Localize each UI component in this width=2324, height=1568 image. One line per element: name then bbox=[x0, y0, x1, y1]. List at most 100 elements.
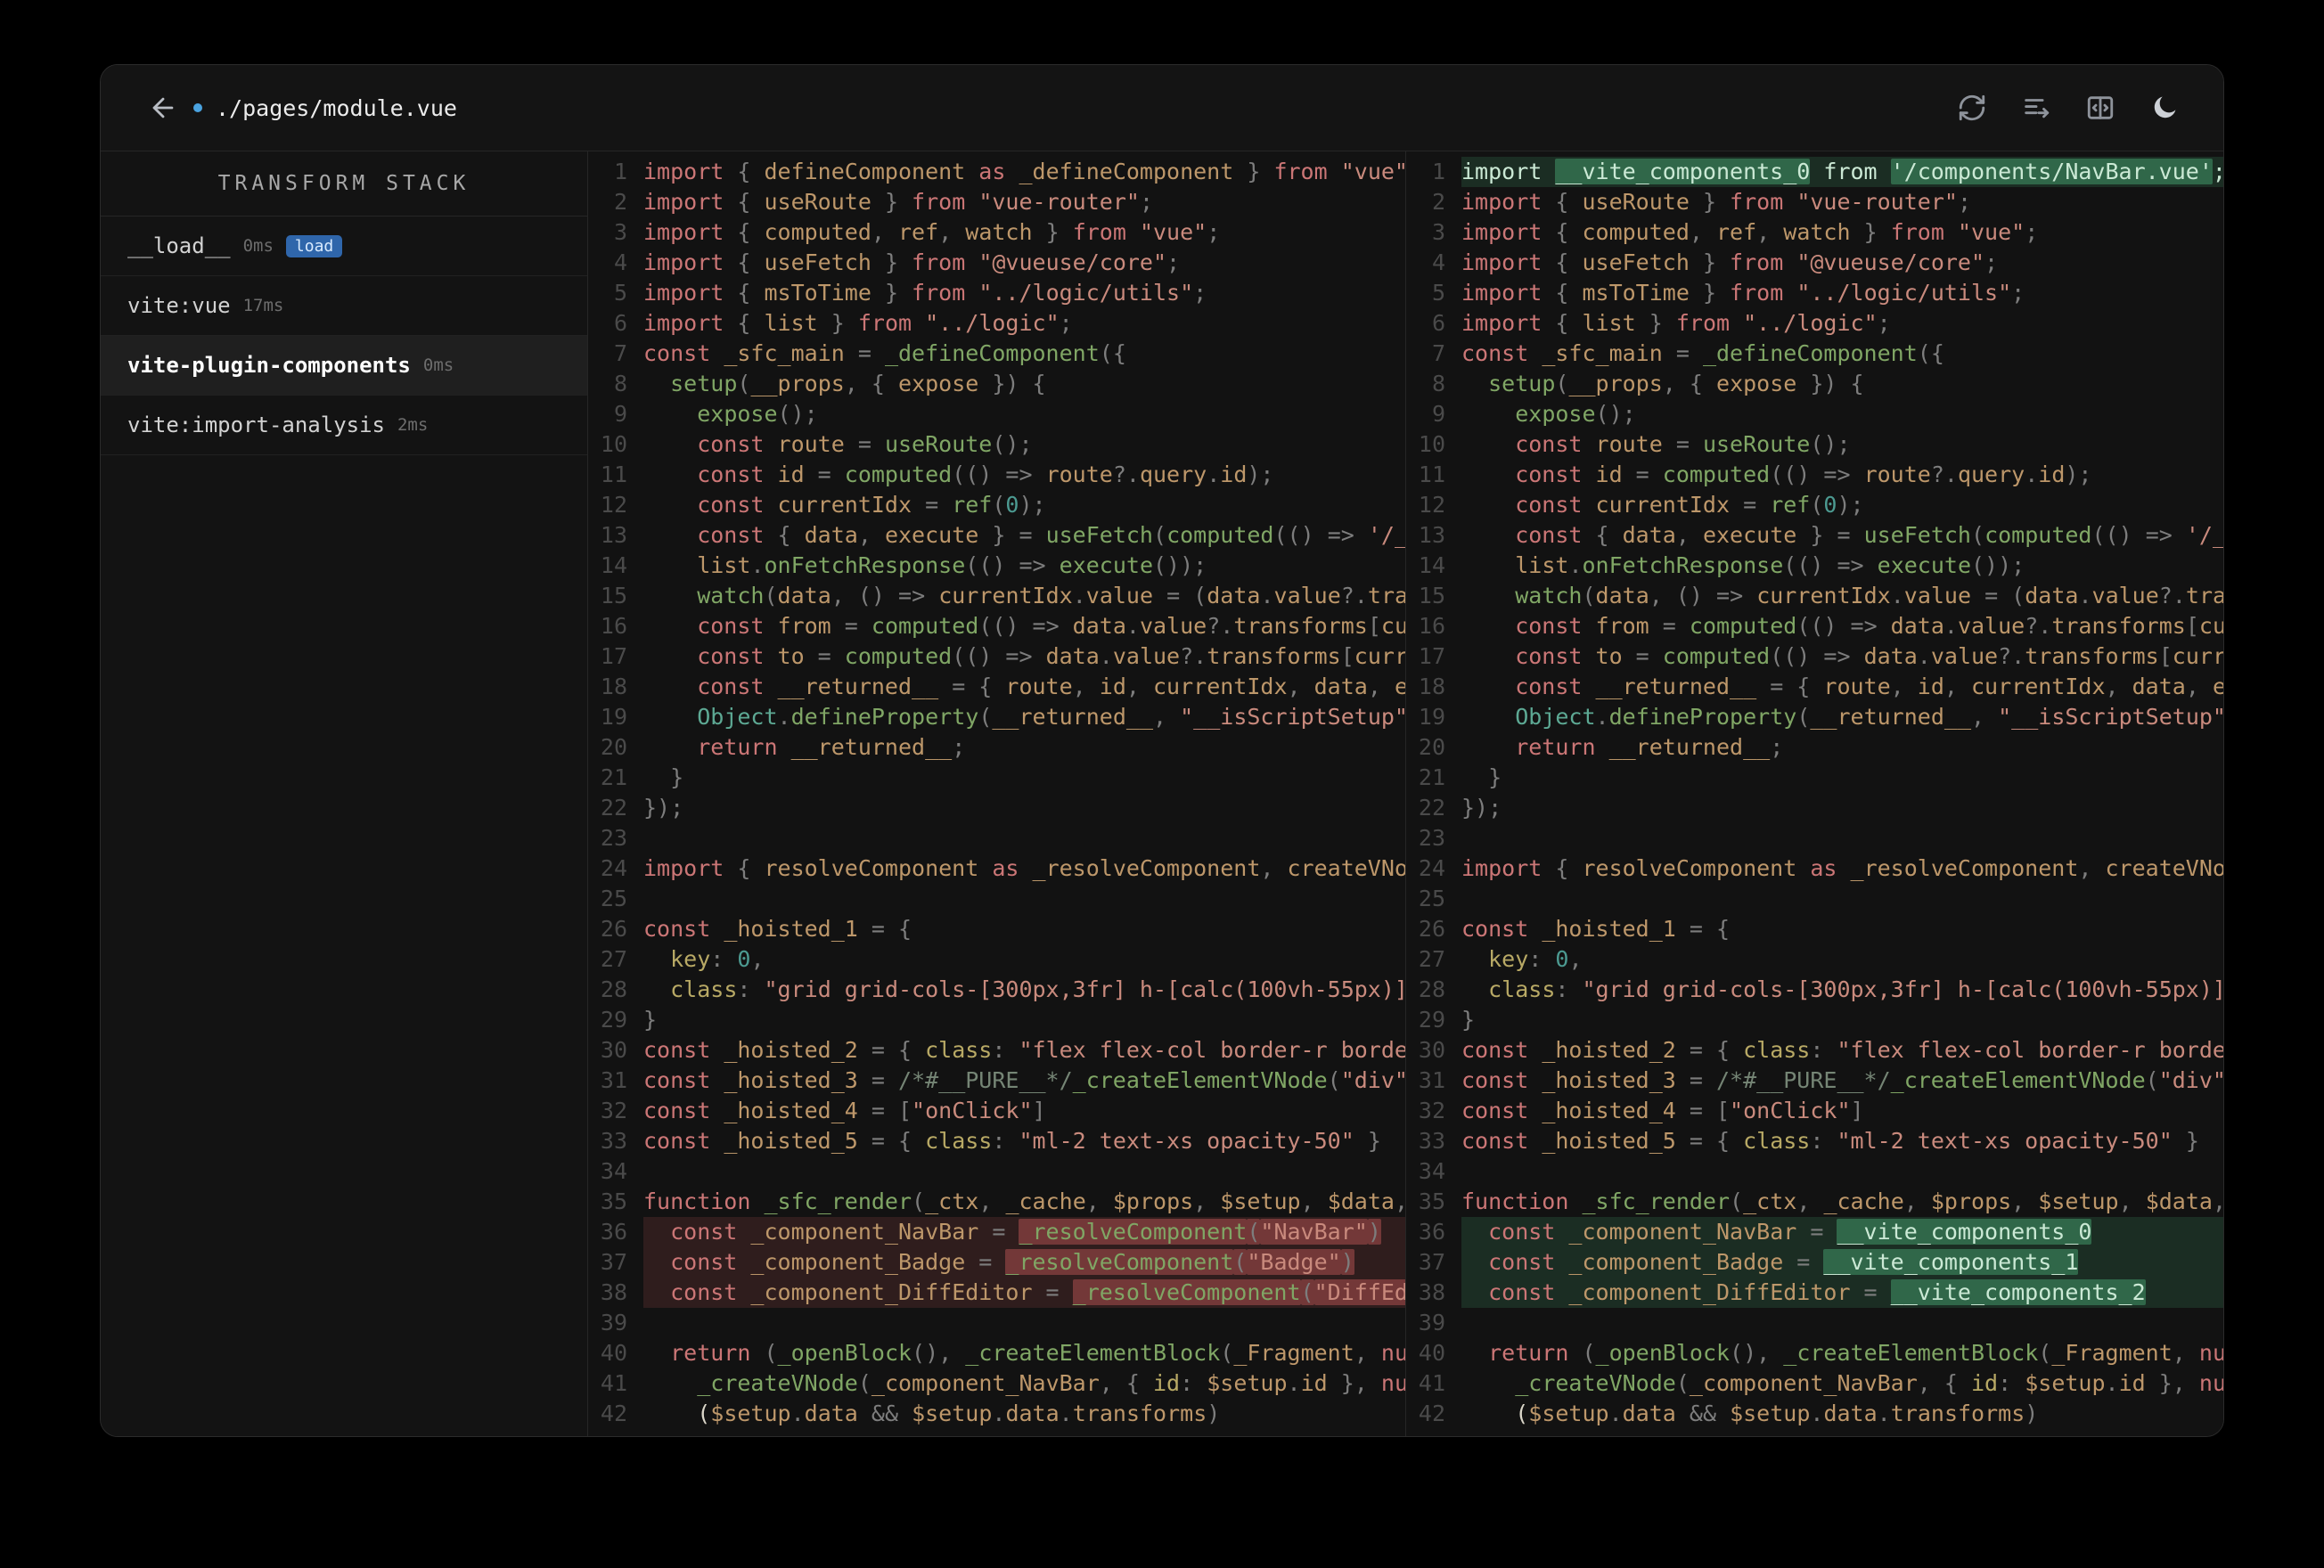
code-line: 29} bbox=[588, 1005, 1405, 1035]
code-text: function _sfc_render(_ctx, _cache, $prop… bbox=[1461, 1188, 2223, 1214]
diff-view: 1 import { defineComponent as _defineComp… bbox=[588, 151, 2223, 1436]
line-number: 7 bbox=[613, 340, 627, 366]
code-text: import { msToTime } from "../logic/utils… bbox=[1461, 280, 2025, 306]
code-text: import { useFetch } from "@vueuse/core"; bbox=[643, 249, 1181, 275]
code-line: 6 import { list } from "../logic"; bbox=[588, 308, 1405, 339]
code-text: const { data, execute } = useFetch(compu… bbox=[1461, 522, 2223, 548]
code-line: 23 bbox=[588, 823, 1405, 853]
line-number: 21 bbox=[1418, 764, 1445, 790]
code-line: 10 const route = useRoute(); bbox=[588, 429, 1405, 460]
code-line: 12 const currentIdx = ref(0); bbox=[1406, 490, 2223, 520]
line-number: 28 bbox=[1418, 976, 1445, 1002]
theme-toggle-button[interactable] bbox=[2147, 90, 2182, 126]
line-number: 15 bbox=[1418, 583, 1445, 608]
line-number: 10 bbox=[600, 431, 627, 457]
line-number: 25 bbox=[1418, 886, 1445, 911]
code-line: 32 const _hoisted_4 = ["onClick"] bbox=[1406, 1096, 2223, 1126]
transform-stack-item[interactable]: __load__ 0ms load bbox=[101, 216, 587, 276]
refresh-button[interactable] bbox=[1954, 90, 1990, 126]
line-number: 35 bbox=[1418, 1188, 1445, 1214]
split-view-button[interactable] bbox=[2083, 90, 2118, 126]
line-number: 19 bbox=[1418, 704, 1445, 730]
code-text: const _sfc_main = _defineComponent({ bbox=[1461, 340, 1944, 366]
line-number: 27 bbox=[1418, 946, 1445, 972]
code-text: expose(); bbox=[1515, 401, 1636, 427]
code-text: } bbox=[643, 764, 684, 790]
code-line: 6 import { list } from "../logic"; bbox=[1406, 308, 2223, 339]
code-line: 40 return (_openBlock(), _createElementB… bbox=[588, 1338, 1405, 1368]
back-button[interactable] bbox=[145, 90, 181, 126]
code-line: 3 import { computed, ref, watch } from "v… bbox=[1406, 217, 2223, 248]
code-text: watch(data, () => currentIdx.value = (da… bbox=[1515, 583, 2223, 608]
line-number: 32 bbox=[600, 1098, 627, 1123]
code-text: import { list } from "../logic"; bbox=[1461, 310, 1891, 336]
code-line: 30 const _hoisted_2 = { class: "flex flex… bbox=[1406, 1035, 2223, 1066]
file-status-dot bbox=[193, 103, 202, 112]
line-number: 29 bbox=[1418, 1007, 1445, 1033]
code-line: 21 } bbox=[1406, 763, 2223, 793]
diff-pane-before[interactable]: 1 import { defineComponent as _defineComp… bbox=[588, 151, 1406, 1436]
transform-stack-list: __load__ 0ms load vite:vue 17ms vite-plugin-c… bbox=[101, 216, 587, 455]
code-line: 27 key: 0, bbox=[1406, 944, 2223, 975]
code-line: 7 const _sfc_main = _defineComponent({ bbox=[588, 339, 1405, 369]
transform-name: __load__ bbox=[127, 233, 231, 258]
transform-stack-item[interactable]: vite-plugin-components 0ms bbox=[101, 336, 587, 396]
line-number: 21 bbox=[600, 764, 627, 790]
line-number: 37 bbox=[1418, 1249, 1445, 1275]
code-text: const _hoisted_1 = { bbox=[1461, 916, 1731, 942]
code-line: 26 const _hoisted_1 = { bbox=[588, 914, 1405, 944]
code-text: import { useRoute } from "vue-router"; bbox=[643, 189, 1153, 215]
line-number: 18 bbox=[1418, 674, 1445, 699]
line-number: 36 bbox=[600, 1219, 627, 1245]
transform-stack-item[interactable]: vite:import-analysis 2ms bbox=[101, 396, 587, 455]
line-number: 3 bbox=[613, 219, 627, 245]
line-number: 30 bbox=[1418, 1037, 1445, 1063]
code-text: return (_openBlock(), _createElementBloc… bbox=[643, 1340, 1405, 1366]
code-text: setup(__props, { expose }) { bbox=[670, 371, 1046, 396]
code-line: 37 const _component_Badge = _resolveComp… bbox=[588, 1247, 1405, 1278]
line-number: 5 bbox=[613, 280, 627, 306]
diff-pane-after[interactable]: 1 import __vite_components_0 from '/compo… bbox=[1406, 151, 2223, 1436]
load-badge: load bbox=[285, 234, 343, 257]
code-text: const _hoisted_5 = { class: "ml-2 text-x… bbox=[1461, 1128, 2199, 1154]
code-text: const _component_NavBar = __vite_compone… bbox=[1461, 1217, 2223, 1247]
code-text: return (_openBlock(), _createElementBloc… bbox=[1461, 1340, 2223, 1366]
line-number: 13 bbox=[600, 522, 627, 548]
code-line: 5 import { msToTime } from "../logic/util… bbox=[588, 278, 1405, 308]
code-line: 35 function _sfc_render(_ctx, _cache, $pr… bbox=[588, 1187, 1405, 1217]
transform-stack-item[interactable]: vite:vue 17ms bbox=[101, 276, 587, 336]
line-number: 37 bbox=[600, 1249, 627, 1275]
code-text: list.onFetchResponse(() => execute()); bbox=[697, 552, 1207, 578]
code-text: const _hoisted_2 = { class: "flex flex-c… bbox=[643, 1037, 1405, 1063]
sidebar: TRANSFORM STACK __load__ 0ms load vite:vue 1… bbox=[101, 151, 588, 1436]
code-text: import { computed, ref, watch } from "vu… bbox=[643, 219, 1221, 245]
line-number: 38 bbox=[1418, 1279, 1445, 1305]
line-number: 15 bbox=[600, 583, 627, 608]
line-number: 4 bbox=[613, 249, 627, 275]
code-text: const currentIdx = ref(0); bbox=[643, 492, 1046, 518]
code-text: ($setup.data && $setup.data.transforms) bbox=[643, 1401, 1221, 1426]
code-line: 9 expose(); bbox=[1406, 399, 2223, 429]
code-line: 26 const _hoisted_1 = { bbox=[1406, 914, 2223, 944]
code-line: 7 const _sfc_main = _defineComponent({ bbox=[1406, 339, 2223, 369]
code-line: 31 const _hoisted_3 = /*#__PURE__*/_creat… bbox=[588, 1066, 1405, 1096]
code-text: const id = computed(() => route?.query.i… bbox=[1461, 461, 2092, 487]
line-number: 8 bbox=[1431, 371, 1445, 396]
line-number: 31 bbox=[1418, 1067, 1445, 1093]
code-line: 33 const _hoisted_5 = { class: "ml-2 text… bbox=[1406, 1126, 2223, 1156]
code-line: 14 list.onFetchResponse(() => execute())… bbox=[588, 551, 1405, 581]
main-area: TRANSFORM STACK __load__ 0ms load vite:vue 1… bbox=[101, 151, 2223, 1436]
line-number: 33 bbox=[600, 1128, 627, 1154]
code-text: _createVNode(_component_NavBar, { id: $s… bbox=[697, 1370, 1405, 1396]
code-line: 28 class: "grid grid-cols-[300px,3fr] h-… bbox=[1406, 975, 2223, 1005]
code-line: 42 ($setup.data && $setup.data.transform… bbox=[1406, 1399, 2223, 1429]
line-number: 16 bbox=[1418, 613, 1445, 639]
code-line: 25 bbox=[588, 884, 1405, 914]
code-text: const to = computed(() => data.value?.tr… bbox=[643, 643, 1405, 669]
code-line: 38 const _component_DiffEditor = _resolv… bbox=[588, 1278, 1405, 1308]
topbar-actions bbox=[1954, 90, 2182, 126]
line-number: 28 bbox=[600, 976, 627, 1002]
inline-mode-button[interactable] bbox=[2018, 90, 2054, 126]
